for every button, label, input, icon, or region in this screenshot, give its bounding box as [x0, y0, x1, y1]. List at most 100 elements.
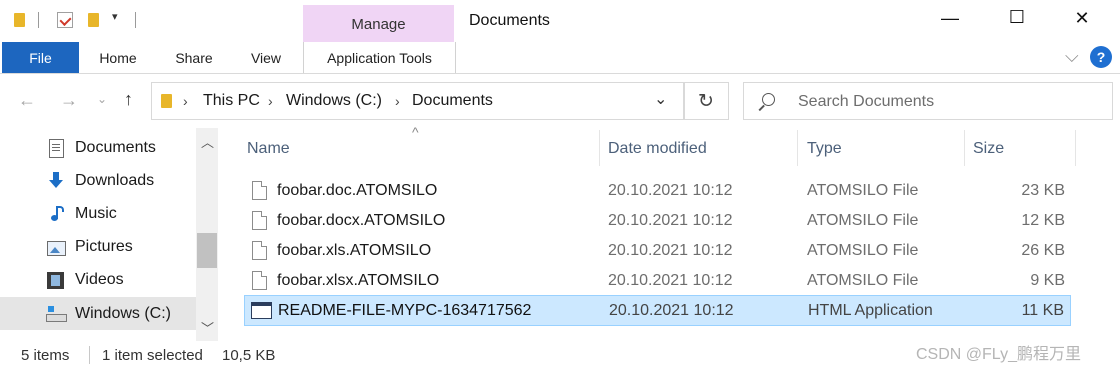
- column-header-date[interactable]: Date modified: [608, 135, 707, 163]
- nav-item-pictures[interactable]: Pictures: [0, 232, 196, 262]
- scroll-down-chevron-icon[interactable]: ﹀: [201, 318, 214, 337]
- column-divider[interactable]: [964, 130, 965, 166]
- nav-item-documents[interactable]: Documents: [0, 133, 196, 163]
- close-button[interactable]: ✕: [1070, 8, 1094, 29]
- recent-locations-chevron-icon[interactable]: ⌄: [97, 92, 107, 106]
- file-icon: [252, 241, 267, 260]
- breadcrumb-separator-icon: ›: [268, 93, 273, 109]
- file-row[interactable]: foobar.doc.ATOMSILO 20.10.2021 10:12 ATO…: [244, 176, 1071, 206]
- column-header-size[interactable]: Size: [973, 135, 1004, 163]
- qat-divider: [135, 12, 136, 28]
- drive-icon: [46, 304, 67, 324]
- ribbon-divider: [0, 73, 1120, 74]
- file-size: 23 KB: [1021, 182, 1065, 199]
- search-input[interactable]: Search Documents: [798, 93, 934, 111]
- refresh-button[interactable]: ↻: [684, 82, 729, 120]
- file-size: 26 KB: [1021, 242, 1065, 259]
- quick-access-folder-icon[interactable]: [14, 13, 25, 27]
- file-size: 11 KB: [1021, 302, 1064, 319]
- file-type: ATOMSILO File: [807, 272, 919, 289]
- column-divider[interactable]: [797, 130, 798, 166]
- nav-item-label: Pictures: [75, 238, 133, 255]
- nav-pane-scrollbar[interactable]: ︿ ﹀: [196, 128, 218, 341]
- status-divider: [89, 346, 90, 364]
- music-icon: [46, 204, 66, 224]
- nav-scroll-thumb[interactable]: [197, 233, 217, 268]
- breadcrumb-separator-icon: ›: [183, 93, 188, 109]
- tab-application-tools[interactable]: Application Tools: [303, 42, 456, 73]
- manage-label: Manage: [351, 16, 406, 33]
- file-name: README-FILE-MYPC-1634717562: [278, 302, 532, 319]
- help-icon[interactable]: ?: [1090, 46, 1112, 68]
- back-arrow-icon[interactable]: ←: [18, 90, 36, 111]
- forward-arrow-icon[interactable]: →: [60, 90, 78, 111]
- tab-file[interactable]: File: [2, 42, 79, 73]
- nav-item-label: Downloads: [75, 172, 155, 189]
- tab-home[interactable]: Home: [88, 42, 148, 73]
- address-history-chevron-icon[interactable]: ⌄: [654, 89, 667, 109]
- nav-item-music[interactable]: Music: [0, 199, 196, 229]
- tab-view[interactable]: View: [238, 42, 294, 73]
- file-row[interactable]: foobar.xls.ATOMSILO 20.10.2021 10:12 ATO…: [244, 236, 1071, 266]
- downloads-icon: [46, 171, 66, 191]
- manage-context-group: Manage: [303, 5, 454, 42]
- nav-item-label: Windows (C:): [75, 304, 172, 322]
- column-header-name[interactable]: Name: [247, 135, 290, 163]
- file-date: 20.10.2021 10:12: [608, 272, 733, 289]
- file-icon: [252, 181, 267, 200]
- nav-item-label: Music: [75, 205, 117, 222]
- search-icon: [762, 93, 775, 106]
- column-divider[interactable]: [599, 130, 600, 166]
- nav-item-label: Videos: [75, 271, 124, 288]
- breadcrumb-documents[interactable]: Documents: [412, 92, 493, 110]
- file-date: 20.10.2021 10:12: [608, 212, 733, 229]
- file-row[interactable]: foobar.docx.ATOMSILO 20.10.2021 10:12 AT…: [244, 206, 1071, 236]
- status-selection: 1 item selected: [102, 347, 203, 364]
- file-type: ATOMSILO File: [807, 182, 919, 199]
- status-selection-size: 10,5 KB: [222, 347, 276, 364]
- videos-icon: [46, 270, 66, 290]
- search-box[interactable]: Search Documents: [743, 82, 1113, 120]
- refresh-icon: ↻: [698, 91, 714, 112]
- pictures-icon: [46, 237, 66, 257]
- file-icon: [252, 271, 267, 290]
- breadcrumb-separator-icon: ›: [395, 93, 400, 109]
- nav-item-downloads[interactable]: Downloads: [0, 166, 196, 196]
- file-row[interactable]: foobar.xlsx.ATOMSILO 20.10.2021 10:12 AT…: [244, 266, 1071, 296]
- nav-item-videos[interactable]: Videos: [0, 265, 196, 295]
- file-row-selected[interactable]: README-FILE-MYPC-1634717562 20.10.2021 1…: [244, 295, 1071, 326]
- search-icon-handle: [758, 104, 765, 111]
- documents-icon: [46, 138, 66, 158]
- tab-share[interactable]: Share: [164, 42, 224, 73]
- address-bar[interactable]: › This PC › Windows (C:) › Documents ⌄: [151, 82, 684, 120]
- maximize-button[interactable]: ☐: [1005, 7, 1029, 28]
- new-folder-icon[interactable]: [88, 13, 99, 27]
- properties-check-icon[interactable]: [57, 12, 73, 28]
- file-type: HTML Application: [808, 302, 933, 319]
- qat-customize-icon[interactable]: ▾: [112, 10, 118, 23]
- up-arrow-icon[interactable]: ↑: [124, 89, 133, 110]
- ribbon-expand-chevron-icon[interactable]: ⌵: [1065, 46, 1079, 67]
- nav-item-windows-c[interactable]: Windows (C:): [0, 297, 196, 330]
- address-folder-icon: [161, 94, 172, 108]
- window-title: Documents: [469, 12, 550, 29]
- scroll-up-chevron-icon[interactable]: ︿: [201, 132, 214, 151]
- file-name: foobar.xls.ATOMSILO: [277, 242, 432, 259]
- file-type: ATOMSILO File: [807, 212, 919, 229]
- column-header-type[interactable]: Type: [807, 135, 842, 163]
- file-date: 20.10.2021 10:12: [608, 242, 733, 259]
- nav-item-label: Documents: [75, 139, 156, 156]
- file-size: 9 KB: [1030, 272, 1065, 289]
- file-icon: [252, 211, 267, 230]
- file-name: foobar.xlsx.ATOMSILO: [277, 272, 440, 289]
- file-date: 20.10.2021 10:12: [609, 302, 734, 319]
- file-name: foobar.docx.ATOMSILO: [277, 212, 446, 229]
- breadcrumb-windows-c[interactable]: Windows (C:): [286, 92, 382, 110]
- qat-divider: [38, 12, 39, 28]
- sort-indicator-icon: ^: [412, 124, 419, 140]
- column-divider[interactable]: [1075, 130, 1076, 166]
- html-application-icon: [251, 302, 272, 319]
- breadcrumb-this-pc[interactable]: This PC: [203, 92, 260, 110]
- minimize-button[interactable]: —: [938, 8, 962, 29]
- file-date: 20.10.2021 10:12: [608, 182, 733, 199]
